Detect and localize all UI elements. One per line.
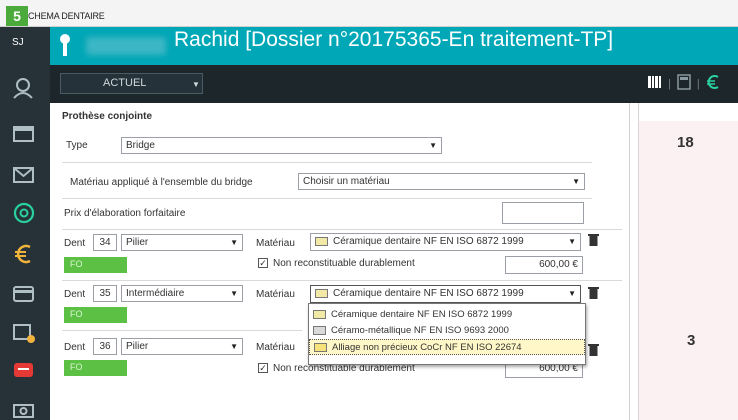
tooth-count-top: 18	[677, 134, 694, 151]
window-titlebar	[0, 0, 738, 27]
right-panel-top	[639, 103, 738, 121]
type-select[interactable]: Bridge ▼	[121, 137, 442, 154]
chevron-down-icon: ▼	[230, 342, 238, 351]
tooth-role-select[interactable]: Intermédiaire ▼	[121, 285, 243, 302]
material-swatch	[314, 342, 327, 352]
chevron-down-icon: ▼	[429, 141, 437, 150]
chevron-down-icon: ▼	[192, 80, 200, 89]
step-badge: 5	[6, 6, 28, 26]
material-label: Matériau	[256, 289, 295, 300]
toolbar-divider: |	[668, 77, 671, 90]
chevron-down-icon: ▼	[230, 289, 238, 298]
tooth-role-value: Intermédiaire	[126, 288, 185, 299]
dropdown-option[interactable]: Céramo-métallique NF EN ISO 9693 2000	[309, 323, 585, 339]
material-dropdown-list: Céramique dentaire NF EN ISO 6872 1999 C…	[308, 303, 586, 365]
status-code: FO	[64, 360, 127, 376]
price-input[interactable]	[502, 202, 584, 224]
tooth-number-input[interactable]: 34	[93, 234, 117, 251]
material-swatch	[315, 288, 328, 298]
material-swatch	[315, 236, 328, 246]
material-select-open[interactable]: Céramique dentaire NF EN ISO 6872 1999 ▼	[310, 285, 581, 303]
trash-icon[interactable]	[588, 343, 599, 359]
divider	[62, 330, 302, 331]
tooth-role-value: Pilier	[126, 341, 149, 352]
price-label: Prix d'élaboration forfaitaire	[64, 208, 186, 219]
dropdown-option-label: Alliage non précieux CoCr NF EN ISO 2267…	[332, 342, 522, 353]
tooth-role-select[interactable]: Pilier ▼	[121, 338, 243, 355]
material-label: Matériau	[256, 238, 295, 249]
material-label: Matériau	[256, 342, 295, 353]
dropdown-option-label: Céramo-métallique NF EN ISO 9693 2000	[331, 325, 509, 336]
barcode-icon[interactable]	[648, 75, 662, 92]
pin-icon[interactable]	[58, 33, 72, 57]
patient-title: Rachid [Dossier n°20175365-En traitement…	[174, 28, 614, 51]
at-icon[interactable]	[10, 202, 38, 224]
divider	[62, 198, 592, 199]
dropdown-option-selected[interactable]: Alliage non précieux CoCr NF EN ISO 2267…	[309, 339, 585, 355]
euro-icon[interactable]	[10, 243, 38, 265]
checkbox[interactable]: ✓	[258, 258, 268, 269]
user-initials: SJ	[12, 37, 24, 48]
tooth-role-value: Pilier	[126, 237, 149, 248]
divider	[62, 162, 592, 163]
divider	[62, 229, 622, 230]
status-code: FO	[64, 307, 127, 323]
dropdown-option[interactable]: Céramique dentaire NF EN ISO 6872 1999	[309, 307, 585, 323]
tooth-role-select[interactable]: Pilier ▼	[121, 234, 243, 251]
checkbox-row[interactable]: ✓ Non reconstituable durablement	[258, 258, 415, 269]
tooth-count-bottom: 3	[687, 332, 696, 349]
chevron-down-icon: ▼	[568, 289, 576, 298]
divider	[62, 280, 622, 281]
type-label: Type	[66, 140, 88, 151]
toolbar-right-icons: | |	[648, 74, 720, 93]
dent-label: Dent	[64, 238, 86, 249]
mail-icon[interactable]	[10, 164, 38, 186]
toolbar-divider: |	[696, 77, 700, 90]
camera-icon[interactable]	[10, 398, 38, 420]
trash-icon[interactable]	[588, 286, 599, 302]
checkbox-label: Non reconstituable durablement	[273, 258, 415, 269]
chevron-down-icon: ▼	[568, 237, 576, 246]
view-select[interactable]: ACTUEL	[60, 73, 203, 94]
agenda-icon[interactable]	[10, 123, 38, 145]
material-value: Céramique dentaire NF EN ISO 6872 1999	[333, 288, 524, 299]
status-code: FO	[64, 257, 127, 273]
checkbox[interactable]: ✓	[258, 363, 268, 374]
user-icon[interactable]	[10, 77, 38, 99]
blurred-patient-name	[86, 37, 166, 55]
section-title: Prothèse conjointe	[62, 111, 153, 122]
trash-icon[interactable]	[588, 233, 599, 249]
dent-label: Dent	[64, 289, 86, 300]
material-all-label: Matériau appliqué à l'ensemble du bridge	[70, 177, 253, 188]
material-all-value: Choisir un matériau	[303, 176, 390, 187]
amount-input[interactable]: 600,00 €	[505, 256, 583, 274]
dent-label: Dent	[64, 342, 86, 353]
chevron-down-icon: ▼	[572, 177, 580, 186]
material-value: Céramique dentaire NF EN ISO 6872 1999	[333, 236, 524, 247]
type-value: Bridge	[126, 140, 155, 151]
calendar-euro-icon[interactable]	[10, 322, 38, 344]
window-title: CHEMA DENTAIRE	[28, 11, 105, 21]
material-all-select[interactable]: Choisir un matériau ▼	[298, 173, 585, 190]
material-swatch	[313, 309, 326, 319]
tooth-number-input[interactable]: 36	[93, 338, 117, 355]
euro-toolbar-icon[interactable]	[706, 74, 720, 93]
material-select[interactable]: Céramique dentaire NF EN ISO 6872 1999 ▼	[310, 233, 581, 251]
card-icon[interactable]	[10, 283, 38, 305]
calculator-icon[interactable]	[677, 74, 691, 93]
dropdown-option-label: Céramique dentaire NF EN ISO 6872 1999	[331, 309, 513, 320]
material-swatch	[313, 325, 326, 335]
chevron-down-icon: ▼	[230, 238, 238, 247]
chat-icon[interactable]	[10, 360, 38, 382]
tooth-number-input[interactable]: 35	[93, 285, 117, 302]
